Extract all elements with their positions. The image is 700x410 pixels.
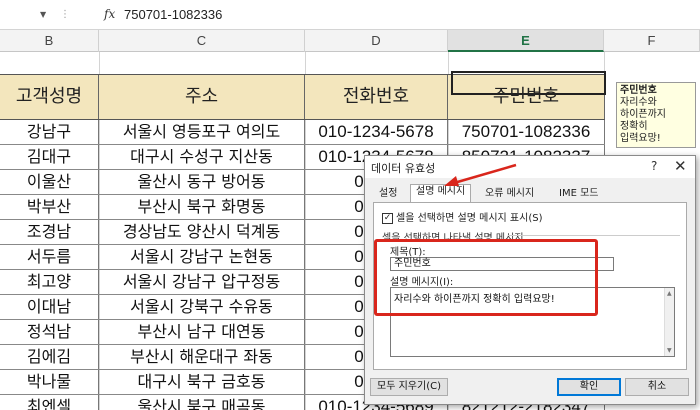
clear-all-button[interactable]: 모두 지우기(C) <box>370 378 448 396</box>
tooltip-title: 주민번호 <box>620 85 657 96</box>
column-header-f[interactable]: F <box>604 30 700 52</box>
cell-name[interactable]: 김에김 <box>0 345 99 369</box>
formula-bar-separator: ⋮ <box>60 9 71 20</box>
table-row: 강남구 서울시 영등포구 여의도 010-1234-5678 750701-10823… <box>0 120 605 145</box>
cell-rrn[interactable]: 750701-1082336 <box>448 120 605 144</box>
header-cell-phone[interactable]: 전화번호 <box>305 75 448 119</box>
insert-function-button[interactable]: fx <box>104 7 115 21</box>
annotation-highlight-box <box>374 239 598 316</box>
show-message-checkbox[interactable]: ✓ <box>382 212 393 224</box>
header-cell-address[interactable]: 주소 <box>99 75 305 119</box>
formula-bar: ▼ ⋮ fx 750701-1082336 <box>0 0 700 30</box>
column-header-e[interactable]: E <box>448 30 604 52</box>
input-message-tooltip: 주민번호 자리수와 하이픈까지 정확히 입력요망! <box>616 82 696 148</box>
cell-address[interactable]: 부산시 남구 대연동 <box>99 320 305 344</box>
column-header-d[interactable]: D <box>305 30 448 52</box>
dialog-title: 데이터 유효성 <box>371 162 436 175</box>
cell-address[interactable]: 서울시 강북구 수유동 <box>99 295 305 319</box>
scroll-up-icon[interactable]: ▲ <box>667 290 672 297</box>
tab-settings[interactable]: 설정 <box>373 186 403 202</box>
tooltip-line: 정확히 <box>620 121 648 132</box>
help-icon[interactable]: ? <box>651 159 657 173</box>
column-headers: B C D E F <box>0 30 700 52</box>
show-message-checkbox-row[interactable]: ✓ 셀을 선택하면 설명 메시지 표시(S) <box>382 209 542 224</box>
annotation-arrow-icon <box>444 163 517 186</box>
scroll-down-icon[interactable]: ▼ <box>667 347 672 354</box>
cell-address[interactable]: 울산시 북구 매곡동 <box>99 395 305 410</box>
tab-ime-mode[interactable]: IME 모드 <box>553 186 604 202</box>
show-message-checkbox-label: 셀을 선택하면 설명 메시지 표시(S) <box>396 213 543 224</box>
message-scrollbar[interactable]: ▲ ▼ <box>664 288 674 356</box>
cell-name[interactable]: 강남구 <box>0 120 99 144</box>
cell-name[interactable]: 최엔셀 <box>0 395 99 410</box>
cell-address[interactable]: 대구시 수성구 지산동 <box>99 145 305 169</box>
close-icon[interactable]: ✕ <box>674 157 687 175</box>
cell-name[interactable]: 서두름 <box>0 245 99 269</box>
tooltip-line: 자리수와 <box>620 97 657 108</box>
active-cell-selection[interactable] <box>451 71 606 95</box>
chevron-down-icon[interactable]: ▼ <box>40 10 46 19</box>
header-cell-name[interactable]: 고객성명 <box>0 75 99 119</box>
cell-address[interactable]: 부산시 북구 화명동 <box>99 195 305 219</box>
cell-address[interactable]: 서울시 강남구 논현동 <box>99 245 305 269</box>
cell-phone[interactable]: 010-1234-5678 <box>305 120 448 144</box>
cell-name[interactable]: 정석남 <box>0 320 99 344</box>
tooltip-line: 입력요망! <box>620 133 661 144</box>
cancel-button[interactable]: 취소 <box>625 378 689 396</box>
cell-name[interactable]: 박부산 <box>0 195 99 219</box>
cell-name[interactable]: 최고양 <box>0 270 99 294</box>
cell-name[interactable]: 박나물 <box>0 370 99 394</box>
cell-address[interactable]: 대구시 북구 금호동 <box>99 370 305 394</box>
group-divider <box>508 235 680 236</box>
cell-address[interactable]: 부산시 해운대구 좌동 <box>99 345 305 369</box>
cell-address[interactable]: 경상남도 양산시 덕계동 <box>99 220 305 244</box>
cell-address[interactable]: 서울시 강남구 압구정동 <box>99 270 305 294</box>
column-header-c[interactable]: C <box>99 30 305 52</box>
dialog-titlebar[interactable]: 데이터 유효성 ? ✕ <box>365 156 695 178</box>
cell-name[interactable]: 이울산 <box>0 170 99 194</box>
cell-name[interactable]: 이대남 <box>0 295 99 319</box>
formula-input[interactable]: 750701-1082336 <box>124 7 222 22</box>
column-header-b[interactable]: B <box>0 30 99 52</box>
cell-name[interactable]: 조경남 <box>0 220 99 244</box>
cell-address[interactable]: 서울시 영등포구 여의도 <box>99 120 305 144</box>
tooltip-line: 하이픈까지 <box>620 109 666 120</box>
cell-name[interactable]: 김대구 <box>0 145 99 169</box>
ok-button[interactable]: 확인 <box>557 378 621 396</box>
cell-address[interactable]: 울산시 동구 방어동 <box>99 170 305 194</box>
